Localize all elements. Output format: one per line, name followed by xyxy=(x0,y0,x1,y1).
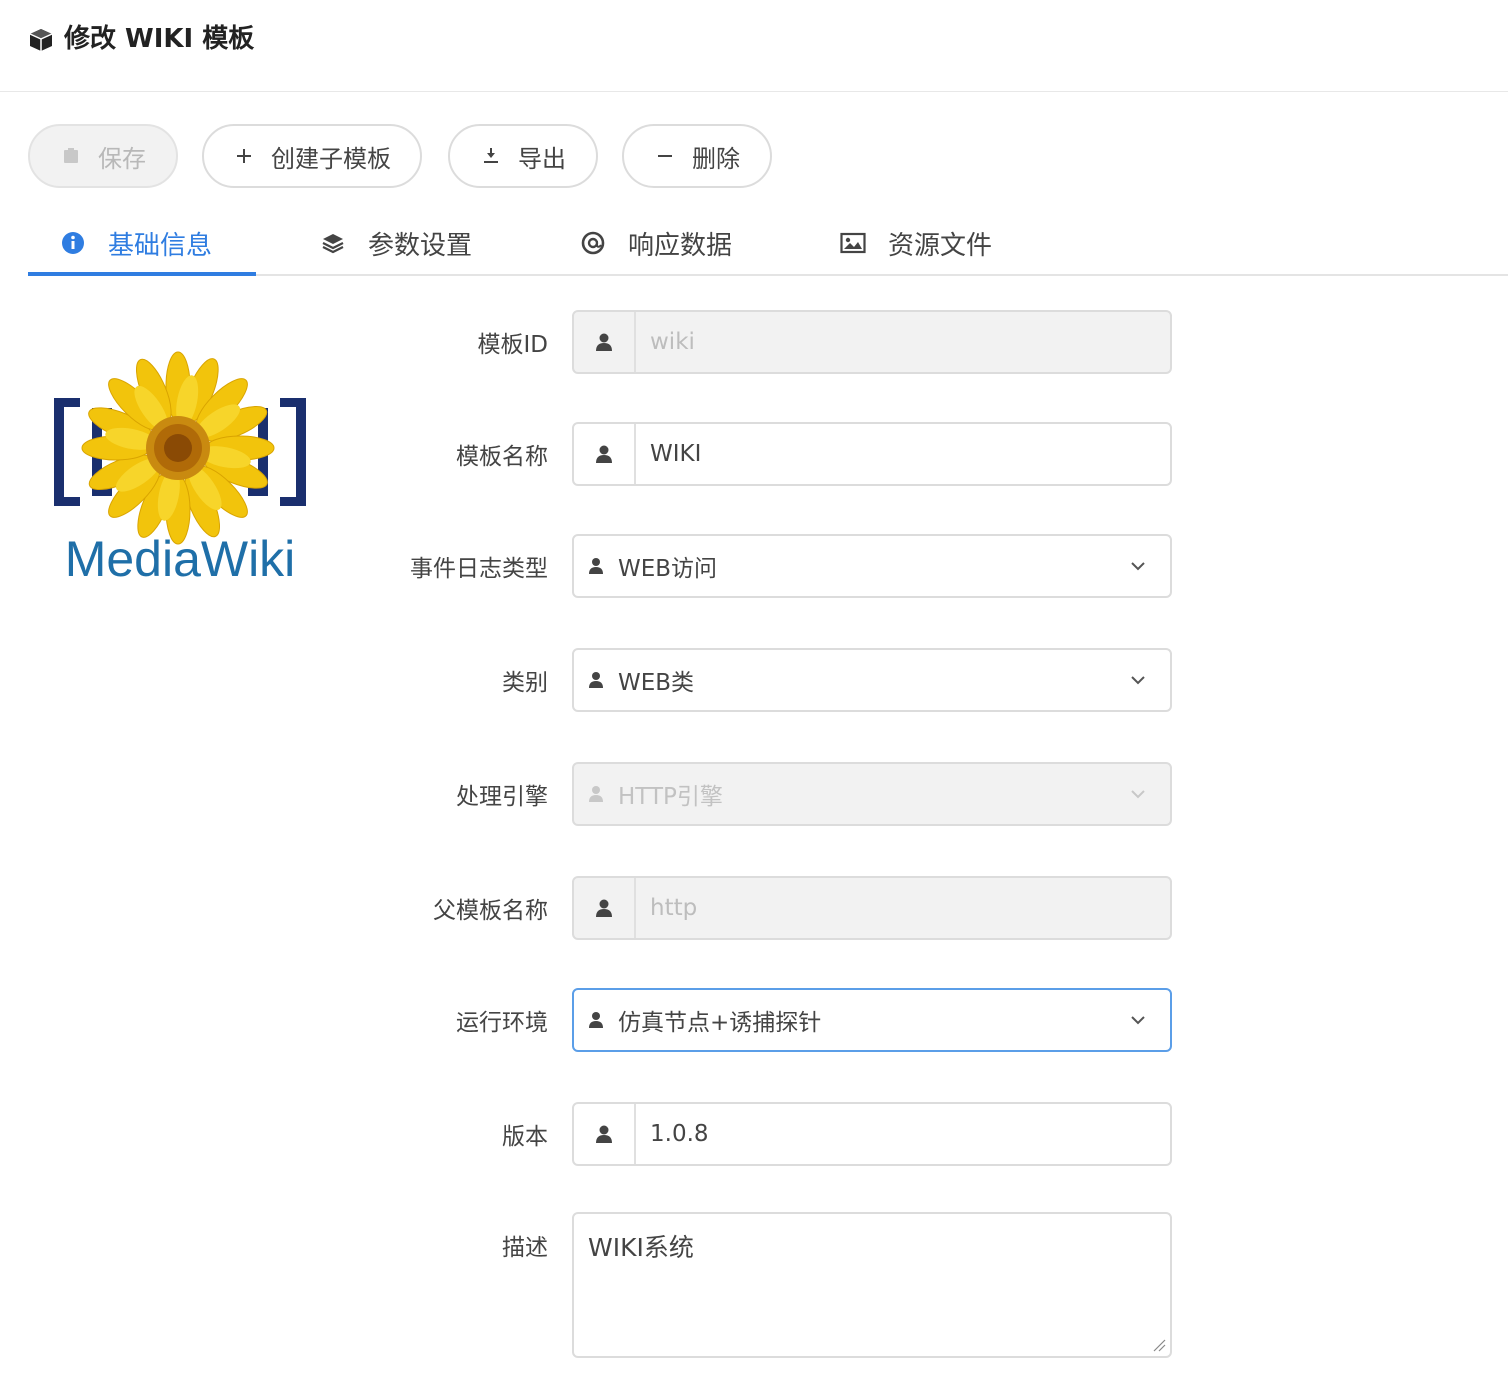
version-value: 1.0.8 xyxy=(650,1121,709,1147)
tab-label: 基础信息 xyxy=(108,230,213,261)
field-addon xyxy=(574,312,636,372)
info-icon xyxy=(60,230,86,256)
minus-icon xyxy=(654,145,676,167)
tab-label: 参数设置 xyxy=(368,230,473,261)
user-icon xyxy=(596,445,612,463)
chevron-down-icon xyxy=(1131,1016,1145,1025)
plus-icon xyxy=(233,145,255,167)
tab-resource-files[interactable]: 资源文件 xyxy=(840,210,992,276)
download-icon xyxy=(480,145,502,167)
event-log-type-value: WEB访问 xyxy=(618,556,718,582)
resize-handle-icon[interactable] xyxy=(1150,1336,1166,1352)
save-icon xyxy=(60,145,82,167)
user-icon xyxy=(588,670,606,690)
tab-label: 响应数据 xyxy=(628,230,733,261)
tab-basic-info[interactable]: 基础信息 xyxy=(60,210,212,276)
page-title: 修改 WIKI 模板 xyxy=(64,24,255,54)
field-addon xyxy=(574,878,636,938)
category-label: 类别 xyxy=(502,670,548,696)
template-id-label: 模板ID xyxy=(477,332,549,358)
cube-icon xyxy=(29,29,53,51)
logo-text: MediaWiki xyxy=(65,531,296,587)
description-label: 描述 xyxy=(502,1235,548,1261)
field-addon xyxy=(574,424,636,484)
at-icon xyxy=(580,230,606,256)
user-icon xyxy=(596,899,612,917)
parent-name-field[interactable]: http xyxy=(572,876,1172,940)
active-tab-indicator xyxy=(28,272,256,276)
engine-select[interactable]: HTTP引擎 xyxy=(572,762,1172,826)
tab-parameters[interactable]: 参数设置 xyxy=(320,210,472,276)
category-select[interactable]: WEB类 xyxy=(572,648,1172,712)
engine-value: HTTP引擎 xyxy=(618,784,723,810)
user-icon xyxy=(588,556,606,576)
mediawiki-logo: MediaWiki xyxy=(48,348,318,588)
parent-name-label: 父模板名称 xyxy=(433,898,548,924)
sunflower-logo-icon: MediaWiki xyxy=(54,351,306,587)
engine-label: 处理引擎 xyxy=(456,784,548,810)
template-name-label: 模板名称 xyxy=(456,444,548,470)
tab-label: 资源文件 xyxy=(888,230,993,261)
field-addon xyxy=(574,1104,636,1164)
delete-label: 删除 xyxy=(692,144,740,173)
event-log-type-label: 事件日志类型 xyxy=(410,556,548,582)
template-name-value: WIKI xyxy=(650,441,702,467)
layers-icon xyxy=(320,230,346,256)
create-child-template-button[interactable]: 创建子模板 xyxy=(202,124,422,188)
save-label: 保存 xyxy=(98,144,146,173)
create-child-label: 创建子模板 xyxy=(271,144,391,173)
runtime-env-value: 仿真节点+诱捕探针 xyxy=(618,1010,822,1036)
version-input[interactable]: 1.0.8 xyxy=(572,1102,1172,1166)
user-icon xyxy=(596,333,612,351)
template-id-field[interactable]: wiki xyxy=(572,310,1172,374)
user-icon xyxy=(588,1010,606,1030)
export-label: 导出 xyxy=(518,144,566,173)
event-log-type-select[interactable]: WEB访问 xyxy=(572,534,1172,598)
category-value: WEB类 xyxy=(618,670,695,696)
tab-bar: 基础信息 参数设置 响应数据 资源文件 xyxy=(28,210,1508,276)
template-id-value: wiki xyxy=(650,329,695,355)
delete-button[interactable]: 删除 xyxy=(622,124,772,188)
description-value: WIKI系统 xyxy=(588,1233,694,1262)
version-label: 版本 xyxy=(502,1124,548,1150)
tab-response-data[interactable]: 响应数据 xyxy=(580,210,732,276)
save-button[interactable]: 保存 xyxy=(28,124,178,188)
export-button[interactable]: 导出 xyxy=(448,124,598,188)
chevron-down-icon xyxy=(1131,562,1145,571)
parent-name-value: http xyxy=(650,895,698,921)
user-icon xyxy=(596,1125,612,1143)
description-textarea[interactable]: WIKI系统 xyxy=(572,1212,1172,1358)
template-name-input[interactable]: WIKI xyxy=(572,422,1172,486)
page-header: 修改 WIKI 模板 xyxy=(0,0,1508,92)
chevron-down-icon xyxy=(1131,676,1145,685)
chevron-down-icon xyxy=(1131,790,1145,799)
image-icon xyxy=(840,230,866,256)
user-icon xyxy=(588,784,606,804)
runtime-env-label: 运行环境 xyxy=(456,1010,548,1036)
runtime-env-select[interactable]: 仿真节点+诱捕探针 xyxy=(572,988,1172,1052)
